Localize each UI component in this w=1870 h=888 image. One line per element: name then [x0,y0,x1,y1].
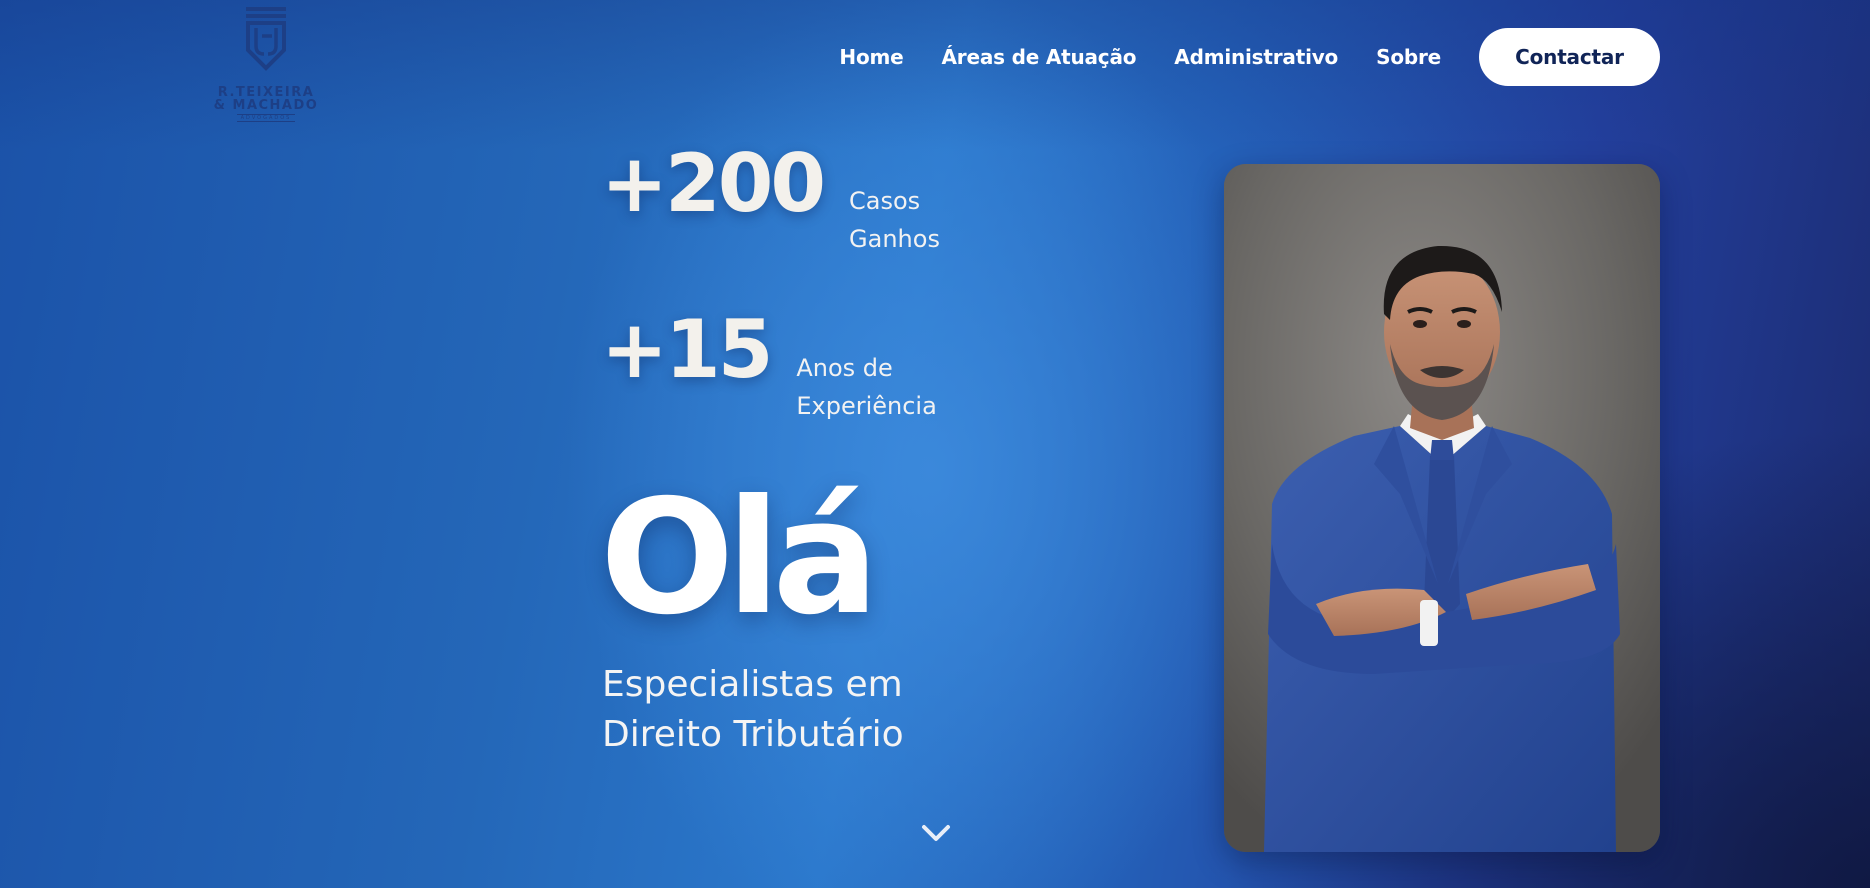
nav-areas-de-atuacao[interactable]: Áreas de Atuação [942,45,1137,69]
scroll-down-button[interactable] [920,822,952,844]
nav-sobre[interactable]: Sobre [1376,45,1441,69]
hero-greeting: Olá [600,466,879,650]
stat-years-experience: +15 Anos de Experiência [601,304,956,425]
hero-subtitle: Especialistas em Direito Tributário [602,664,904,755]
stat-value: +15 [601,303,773,396]
logo-name-line2: & MACHADO [213,98,319,113]
nav-home[interactable]: Home [839,45,903,69]
stat-cases-won: +200 Casos Ganhos [601,138,959,258]
contact-button[interactable]: Contactar [1479,28,1660,86]
chevron-down-icon [922,825,950,841]
portrait-illustration [1224,164,1660,852]
stat-label: Anos de Experiência [796,354,937,420]
main-nav: Home Áreas de Atuação Administrativo Sob… [839,28,1660,86]
logo-tagline: ADVOGADOS [236,114,296,122]
stat-value: +200 [601,137,826,230]
stat-label: Casos Ganhos [849,187,940,253]
shield-monogram-logo [246,7,286,71]
lawyer-portrait [1224,164,1660,852]
nav-administrativo[interactable]: Administrativo [1174,45,1338,69]
logo-wordmark: R.TEIXEIRA & MACHADO [214,86,319,112]
site-logo[interactable]: R.TEIXEIRA & MACHADO ADVOGADOS [212,6,320,122]
